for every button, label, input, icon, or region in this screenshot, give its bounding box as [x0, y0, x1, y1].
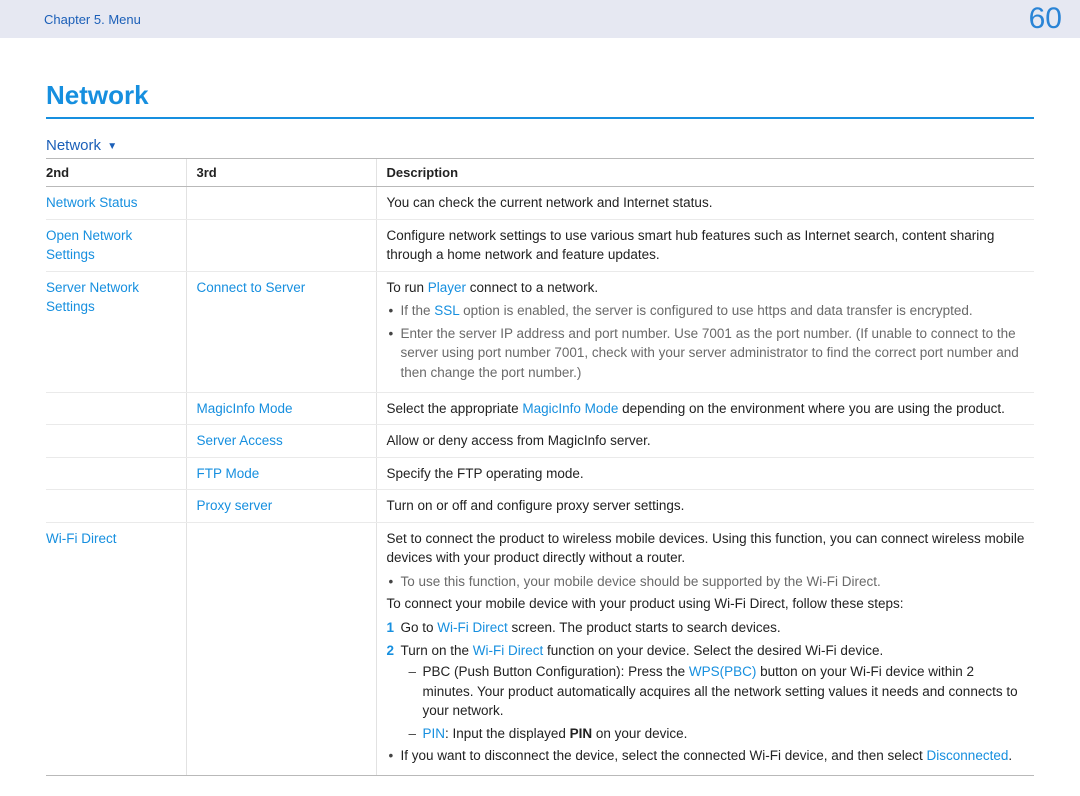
desc-server-access: Allow or deny access from MagicInfo serv…	[376, 425, 1034, 458]
table-row: Open Network Settings Configure network …	[46, 219, 1034, 271]
text: option is enabled, the server is configu…	[459, 303, 972, 318]
menu-3rd-empty	[186, 522, 376, 775]
col-2nd: 2nd	[46, 159, 186, 187]
text: connect to a network.	[466, 280, 598, 295]
desc-network-status: You can check the current network and In…	[376, 187, 1034, 220]
desc-open-network: Configure network settings to use variou…	[376, 219, 1034, 271]
table-row: Network Status You can check the current…	[46, 187, 1034, 220]
link-magicinfo-mode[interactable]: MagicInfo Mode	[522, 401, 618, 416]
menu-2nd-empty	[46, 425, 186, 458]
table-row: Server Network Settings Connect to Serve…	[46, 271, 1034, 392]
section-heading-label: Network	[46, 137, 101, 154]
menu-3rd-magicinfo[interactable]: MagicInfo Mode	[186, 392, 376, 425]
link-pin[interactable]: PIN	[423, 726, 446, 741]
link-player[interactable]: Player	[428, 280, 466, 295]
sub-item: PIN: Input the displayed PIN on your dev…	[423, 724, 1027, 744]
step-item: Go to Wi-Fi Direct screen. The product s…	[401, 618, 1027, 638]
section-heading: Network ▼	[46, 137, 1034, 154]
breadcrumb[interactable]: Chapter 5. Menu	[44, 12, 141, 27]
text: screen. The product starts to search dev…	[508, 620, 781, 635]
text: depending on the environment where you a…	[618, 401, 1005, 416]
desc-ftp: Specify the FTP operating mode.	[376, 457, 1034, 490]
header-band: Chapter 5. Menu 60	[0, 0, 1080, 38]
menu-3rd-server-access[interactable]: Server Access	[186, 425, 376, 458]
menu-2nd-empty	[46, 490, 186, 523]
menu-3rd-proxy[interactable]: Proxy server	[186, 490, 376, 523]
list-item: Enter the server IP address and port num…	[401, 324, 1027, 383]
menu-3rd-empty	[186, 219, 376, 271]
step-item: Turn on the Wi-Fi Direct function on you…	[401, 641, 1027, 744]
menu-3rd-empty	[186, 187, 376, 220]
table-row: MagicInfo Mode Select the appropriate Ma…	[46, 392, 1034, 425]
link-wifi-direct[interactable]: Wi-Fi Direct	[473, 643, 544, 658]
text: To run	[387, 280, 428, 295]
menu-2nd-empty	[46, 392, 186, 425]
desc-connect-server: To run Player connect to a network. If t…	[376, 271, 1034, 392]
menu-2nd-empty	[46, 457, 186, 490]
link-ssl[interactable]: SSL	[434, 303, 459, 318]
col-3rd: 3rd	[186, 159, 376, 187]
text: Set to connect the product to wireless m…	[387, 529, 1027, 568]
desc-magicinfo: Select the appropriate MagicInfo Mode de…	[376, 392, 1034, 425]
link-wps-pbc[interactable]: WPS(PBC)	[689, 664, 757, 679]
menu-3rd-ftp[interactable]: FTP Mode	[186, 457, 376, 490]
page-content: Network Network ▼ 2nd 3rd Description Ne…	[0, 38, 1080, 796]
text: If the	[401, 303, 435, 318]
text-bold-pin: PIN	[570, 726, 593, 741]
table-row: FTP Mode Specify the FTP operating mode.	[46, 457, 1034, 490]
menu-2nd-server-network[interactable]: Server Network Settings	[46, 271, 186, 392]
menu-table: 2nd 3rd Description Network Status You c…	[46, 158, 1034, 776]
menu-2nd-open-network[interactable]: Open Network Settings	[46, 219, 186, 271]
text: PBC (Push Button Configuration): Press t…	[423, 664, 689, 679]
table-row: Proxy server Turn on or off and configur…	[46, 490, 1034, 523]
list-item: To use this function, your mobile device…	[401, 572, 1027, 592]
page-title: Network	[46, 80, 1034, 119]
page-number: 60	[1029, 2, 1062, 36]
text: function on your device. Select the desi…	[543, 643, 883, 658]
table-row: Wi-Fi Direct Set to connect the product …	[46, 522, 1034, 775]
text: Go to	[401, 620, 438, 635]
table-header-row: 2nd 3rd Description	[46, 159, 1034, 187]
text: Select the appropriate	[387, 401, 523, 416]
list-item: If you want to disconnect the device, se…	[401, 746, 1027, 766]
menu-3rd-connect-server[interactable]: Connect to Server	[186, 271, 376, 392]
text: on your device.	[592, 726, 687, 741]
triangle-down-icon: ▼	[107, 141, 117, 152]
text: .	[1008, 748, 1012, 763]
link-wifi-direct[interactable]: Wi-Fi Direct	[437, 620, 508, 635]
list-item: If the SSL option is enabled, the server…	[401, 301, 1027, 321]
menu-2nd-wifi-direct[interactable]: Wi-Fi Direct	[46, 522, 186, 775]
menu-2nd-network-status[interactable]: Network Status	[46, 187, 186, 220]
link-disconnected[interactable]: Disconnected	[927, 748, 1009, 763]
text: If you want to disconnect the device, se…	[401, 748, 927, 763]
sub-item: PBC (Push Button Configuration): Press t…	[423, 662, 1027, 721]
desc-proxy: Turn on or off and configure proxy serve…	[376, 490, 1034, 523]
text: To connect your mobile device with your …	[387, 594, 1027, 614]
text: Turn on the	[401, 643, 473, 658]
col-description: Description	[376, 159, 1034, 187]
text: : Input the displayed	[445, 726, 570, 741]
table-row: Server Access Allow or deny access from …	[46, 425, 1034, 458]
desc-wifi-direct: Set to connect the product to wireless m…	[376, 522, 1034, 775]
